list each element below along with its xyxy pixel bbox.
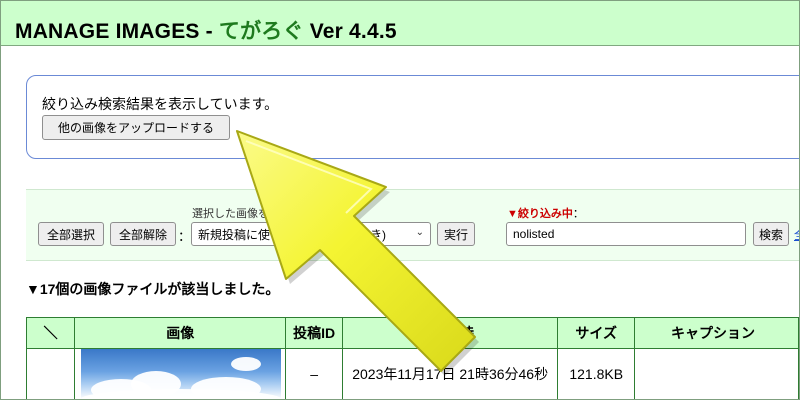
- app-frame: MANAGE IMAGES - てがろぐ Ver 4.4.5 絞り込み検索結果を…: [0, 0, 800, 400]
- yellow-pointer-arrow-icon: [236, 130, 479, 376]
